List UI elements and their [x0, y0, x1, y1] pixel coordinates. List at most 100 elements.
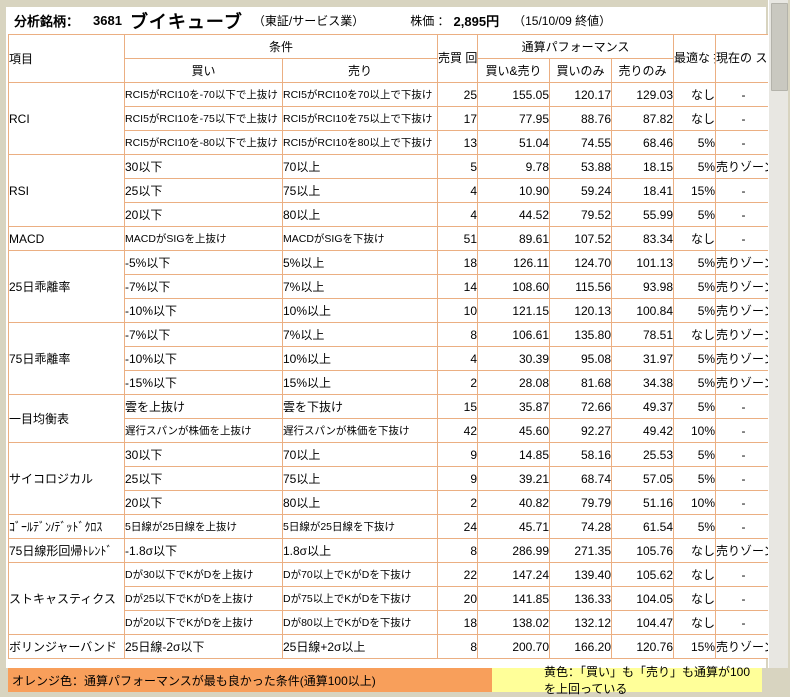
- stock-name: ブイキューブ: [130, 8, 243, 34]
- condition-sell: 1.8σ以上: [283, 539, 438, 563]
- current-status: -: [716, 563, 772, 587]
- col-header-buy-and-sell: 買い&売り: [478, 59, 550, 83]
- condition-sell: RCI5がRCI10を80以上で下抜け: [283, 131, 438, 155]
- trade-count: 18: [438, 251, 478, 275]
- optimal-stoploss: 5%: [674, 275, 716, 299]
- col-header-trade-count: 売買 回数: [438, 35, 478, 83]
- indicator-label: サイコロジカル: [9, 443, 125, 515]
- perf-sell-only: 104.05: [612, 587, 674, 611]
- condition-buy: 雲を上抜け: [125, 395, 283, 419]
- col-header-condition: 条件: [125, 35, 438, 59]
- optimal-stoploss: なし: [674, 563, 716, 587]
- condition-sell: 15%以上: [283, 371, 438, 395]
- perf-sell-only: 51.16: [612, 491, 674, 515]
- trade-count: 22: [438, 563, 478, 587]
- perf-buy-only: 92.27: [550, 419, 612, 443]
- stock-code: 3681: [93, 13, 122, 28]
- current-status: -: [716, 131, 772, 155]
- indicator-label: RCI: [9, 83, 125, 155]
- scrollbar[interactable]: [768, 0, 788, 668]
- condition-buy: 遅行スパンが株価を上抜け: [125, 419, 283, 443]
- condition-sell: 80以上: [283, 203, 438, 227]
- condition-buy: Dが30以下でKがDを上抜け: [125, 563, 283, 587]
- condition-buy: 25以下: [125, 467, 283, 491]
- optimal-stoploss: 15%: [674, 635, 716, 659]
- optimal-stoploss: なし: [674, 323, 716, 347]
- perf-buy-and-sell: 44.52: [478, 203, 550, 227]
- trade-count: 15: [438, 395, 478, 419]
- perf-buy-and-sell: 28.08: [478, 371, 550, 395]
- perf-buy-and-sell: 147.24: [478, 563, 550, 587]
- perf-buy-only: 166.20: [550, 635, 612, 659]
- col-header-item: 項目: [9, 35, 125, 83]
- perf-buy-only: 59.24: [550, 179, 612, 203]
- legend-yellow: 黄色：「買い」も「売り」も通算が100を上回っている: [492, 668, 762, 692]
- condition-buy: -7%以下: [125, 275, 283, 299]
- perf-sell-only: 25.53: [612, 443, 674, 467]
- perf-buy-only: 81.68: [550, 371, 612, 395]
- trade-count: 4: [438, 179, 478, 203]
- optimal-stoploss: 5%: [674, 467, 716, 491]
- trade-count: 13: [438, 131, 478, 155]
- optimal-stoploss: 5%: [674, 299, 716, 323]
- current-status: -: [716, 227, 772, 251]
- condition-sell: 10%以上: [283, 299, 438, 323]
- trade-count: 42: [438, 419, 478, 443]
- perf-buy-and-sell: 14.85: [478, 443, 550, 467]
- perf-buy-and-sell: 126.11: [478, 251, 550, 275]
- analysis-table: 項目 条件 売買 回数 通算パフォーマンス 最適な 損切り 現在の ステータス …: [8, 34, 772, 659]
- indicator-label: MACD: [9, 227, 125, 251]
- trade-count: 51: [438, 227, 478, 251]
- indicator-label: ボリンジャーバンド: [9, 635, 125, 659]
- current-status: -: [716, 203, 772, 227]
- perf-buy-and-sell: 45.60: [478, 419, 550, 443]
- table-row: MACDMACDがSIGを上抜けMACDがSIGを下抜け5189.61107.5…: [9, 227, 772, 251]
- table-body: RCIRCI5がRCI10を-70以下で上抜けRCI5がRCI10を70以上で下…: [9, 83, 772, 659]
- condition-buy: -10%以下: [125, 347, 283, 371]
- legend-orange: オレンジ色：通算パフォーマンスが最も良かった条件(通算100以上): [8, 668, 492, 692]
- perf-sell-only: 49.42: [612, 419, 674, 443]
- current-status: -: [716, 107, 772, 131]
- condition-sell: 遅行スパンが株価を下抜け: [283, 419, 438, 443]
- perf-sell-only: 87.82: [612, 107, 674, 131]
- col-header-buy: 買い: [125, 59, 283, 83]
- col-header-stoploss: 最適な 損切り: [674, 35, 716, 83]
- perf-buy-only: 53.88: [550, 155, 612, 179]
- perf-buy-and-sell: 108.60: [478, 275, 550, 299]
- optimal-stoploss: 10%: [674, 491, 716, 515]
- perf-buy-only: 74.28: [550, 515, 612, 539]
- perf-buy-and-sell: 9.78: [478, 155, 550, 179]
- optimal-stoploss: なし: [674, 107, 716, 131]
- indicator-label: 25日乖離率: [9, 251, 125, 323]
- perf-sell-only: 104.47: [612, 611, 674, 635]
- perf-buy-only: 79.52: [550, 203, 612, 227]
- col-header-sell: 売り: [283, 59, 438, 83]
- current-status: 売りゾーン: [716, 539, 772, 563]
- indicator-label: ストキャスティクス: [9, 563, 125, 635]
- condition-buy: 20以下: [125, 491, 283, 515]
- trade-count: 8: [438, 635, 478, 659]
- table-row: 75日乖離率-7%以下7%以上8106.61135.8078.51なし売りゾーン: [9, 323, 772, 347]
- content-area: 分析銘柄： 3681 ブイキューブ （東証/サービス業） 株価 ： 2,895円…: [6, 7, 766, 668]
- condition-sell: 80以上: [283, 491, 438, 515]
- perf-buy-only: 68.74: [550, 467, 612, 491]
- scrollbar-thumb[interactable]: [771, 3, 788, 91]
- current-status: 売りゾーン: [716, 155, 772, 179]
- legend-yellow-text: 黄色：「買い」も「売り」も通算が100を上回っている: [544, 663, 762, 697]
- perf-buy-only: 120.17: [550, 83, 612, 107]
- perf-buy-and-sell: 10.90: [478, 179, 550, 203]
- optimal-stoploss: 5%: [674, 515, 716, 539]
- col-header-buy-only: 買いのみ: [550, 59, 612, 83]
- condition-buy: MACDがSIGを上抜け: [125, 227, 283, 251]
- optimal-stoploss: なし: [674, 83, 716, 107]
- perf-buy-and-sell: 77.95: [478, 107, 550, 131]
- table-row: ｺﾞｰﾙﾃﾞﾝ/ﾃﾞｯﾄﾞｸﾛｽ5日線が25日線を上抜け5日線が25日線を下抜け…: [9, 515, 772, 539]
- perf-buy-and-sell: 39.21: [478, 467, 550, 491]
- perf-buy-and-sell: 138.02: [478, 611, 550, 635]
- price-date-note: （15/10/09 終値）: [513, 12, 611, 29]
- perf-buy-only: 120.13: [550, 299, 612, 323]
- trade-count: 18: [438, 611, 478, 635]
- optimal-stoploss: 5%: [674, 395, 716, 419]
- condition-sell: 75以上: [283, 179, 438, 203]
- current-status: 売りゾーン: [716, 275, 772, 299]
